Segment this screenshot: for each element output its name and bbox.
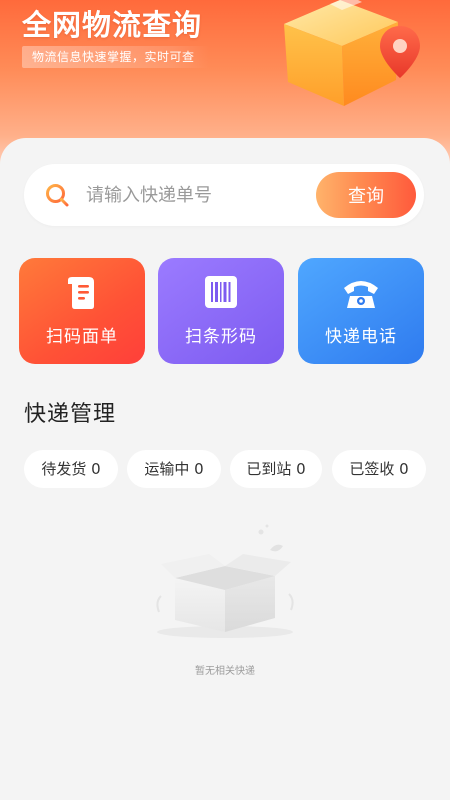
page-subtitle: 物流信息快速掌握，实时可查 [22, 46, 209, 68]
tab-label: 已签收 [349, 460, 395, 478]
tab-count: 0 [194, 460, 204, 478]
tab-count: 0 [296, 460, 306, 478]
page-title: 全网物流查询 [22, 8, 203, 42]
tab-arrived[interactable]: 已到站 0 [230, 450, 322, 488]
document-icon [68, 277, 94, 309]
tab-count: 0 [91, 460, 101, 478]
tab-signed[interactable]: 已签收 0 [332, 450, 426, 488]
scan-waybill-button[interactable]: 扫码面单 [19, 258, 145, 364]
scan-waybill-label: 扫码面单 [46, 327, 118, 347]
express-phone-button[interactable]: 快递电话 [298, 258, 424, 364]
tracking-number-input[interactable] [86, 164, 326, 226]
barcode-icon [205, 276, 237, 308]
search-icon [46, 184, 69, 207]
search-bar: 查询 [24, 164, 424, 226]
empty-box-icon [156, 524, 294, 638]
tab-label: 已到站 [246, 460, 292, 478]
search-button[interactable]: 查询 [316, 172, 416, 218]
scan-barcode-label: 扫条形码 [185, 327, 257, 347]
tab-count: 0 [399, 460, 409, 478]
empty-state-text: 暂无相关快递 [195, 666, 255, 677]
tab-label: 待发货 [41, 460, 87, 478]
section-title: 快递管理 [24, 402, 117, 427]
tab-label: 运输中 [144, 460, 190, 478]
scan-barcode-button[interactable]: 扫条形码 [158, 258, 284, 364]
tab-in-transit[interactable]: 运输中 0 [127, 450, 221, 488]
tab-pending-shipment[interactable]: 待发货 0 [24, 450, 118, 488]
telephone-icon [344, 281, 378, 308]
express-phone-label: 快递电话 [325, 327, 397, 347]
package-location-icon [284, 0, 420, 106]
